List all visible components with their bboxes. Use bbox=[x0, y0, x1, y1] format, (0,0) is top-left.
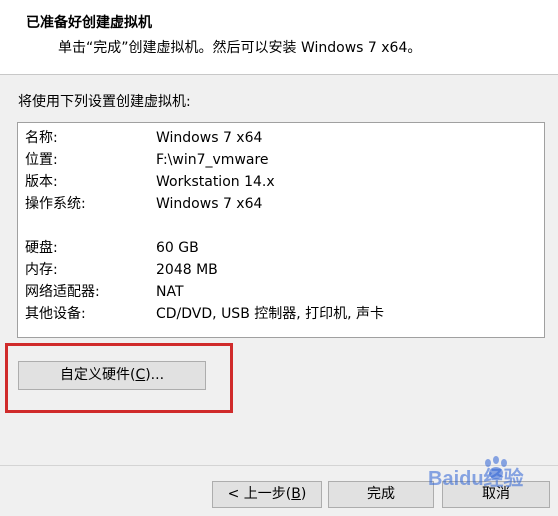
setting-value: Windows 7 x64 bbox=[156, 196, 263, 212]
wizard-header: 已准备好创建虚拟机 单击“完成”创建虚拟机。然后可以安装 Windows 7 x… bbox=[0, 0, 558, 75]
setting-key: 其他设备: bbox=[25, 306, 86, 322]
setting-value: 60 GB bbox=[156, 240, 199, 256]
button-label: < 上一步( bbox=[227, 486, 292, 502]
setting-key: 操作系统: bbox=[25, 196, 86, 212]
setting-key: 网络适配器: bbox=[25, 284, 100, 300]
setting-value: CD/DVD, USB 控制器, 打印机, 声卡 bbox=[156, 306, 385, 322]
setting-key: 位置: bbox=[25, 152, 58, 168]
setting-value: 2048 MB bbox=[156, 262, 218, 278]
setting-key: 名称: bbox=[25, 130, 58, 146]
setting-row-other-devices: 其他设备: CD/DVD, USB 控制器, 打印机, 声卡 bbox=[18, 303, 544, 325]
settings-intro-label: 将使用下列设置创建虚拟机: bbox=[18, 94, 191, 110]
setting-row-disk: 硬盘: 60 GB bbox=[18, 237, 544, 259]
wizard-subtitle: 单击“完成”创建虚拟机。然后可以安装 Windows 7 x64。 bbox=[58, 40, 422, 56]
setting-row-os: 操作系统: Windows 7 x64 bbox=[18, 193, 544, 215]
setting-key: 硬盘: bbox=[25, 240, 58, 256]
setting-row-name: 名称: Windows 7 x64 bbox=[18, 127, 544, 149]
setting-row-location: 位置: F:\win7_vmware bbox=[18, 149, 544, 171]
button-mnemonic: C bbox=[135, 367, 146, 383]
button-label: 自定义硬件( bbox=[59, 367, 136, 383]
setting-key: 版本: bbox=[25, 174, 58, 190]
setting-value: Windows 7 x64 bbox=[156, 130, 263, 146]
setting-row-memory: 内存: 2048 MB bbox=[18, 259, 544, 281]
back-button[interactable]: < 上一步(B) bbox=[212, 481, 322, 508]
setting-key: 内存: bbox=[25, 262, 58, 278]
button-label-suffix: )... bbox=[145, 367, 165, 383]
customize-hardware-button[interactable]: 自定义硬件(C)... bbox=[18, 361, 206, 390]
button-mnemonic: B bbox=[291, 486, 301, 502]
cancel-button[interactable]: 取消 bbox=[442, 481, 550, 508]
setting-row-version: 版本: Workstation 14.x bbox=[18, 171, 544, 193]
setting-row-network: 网络适配器: NAT bbox=[18, 281, 544, 303]
finish-button[interactable]: 完成 bbox=[328, 481, 434, 508]
setting-value: NAT bbox=[156, 284, 184, 300]
settings-summary-box: 名称: Windows 7 x64 位置: F:\win7_vmware 版本:… bbox=[17, 122, 545, 338]
setting-value: F:\win7_vmware bbox=[156, 152, 269, 168]
wizard-title: 已准备好创建虚拟机 bbox=[26, 15, 152, 31]
setting-value: Workstation 14.x bbox=[156, 174, 275, 190]
button-label-suffix: ) bbox=[300, 486, 307, 502]
